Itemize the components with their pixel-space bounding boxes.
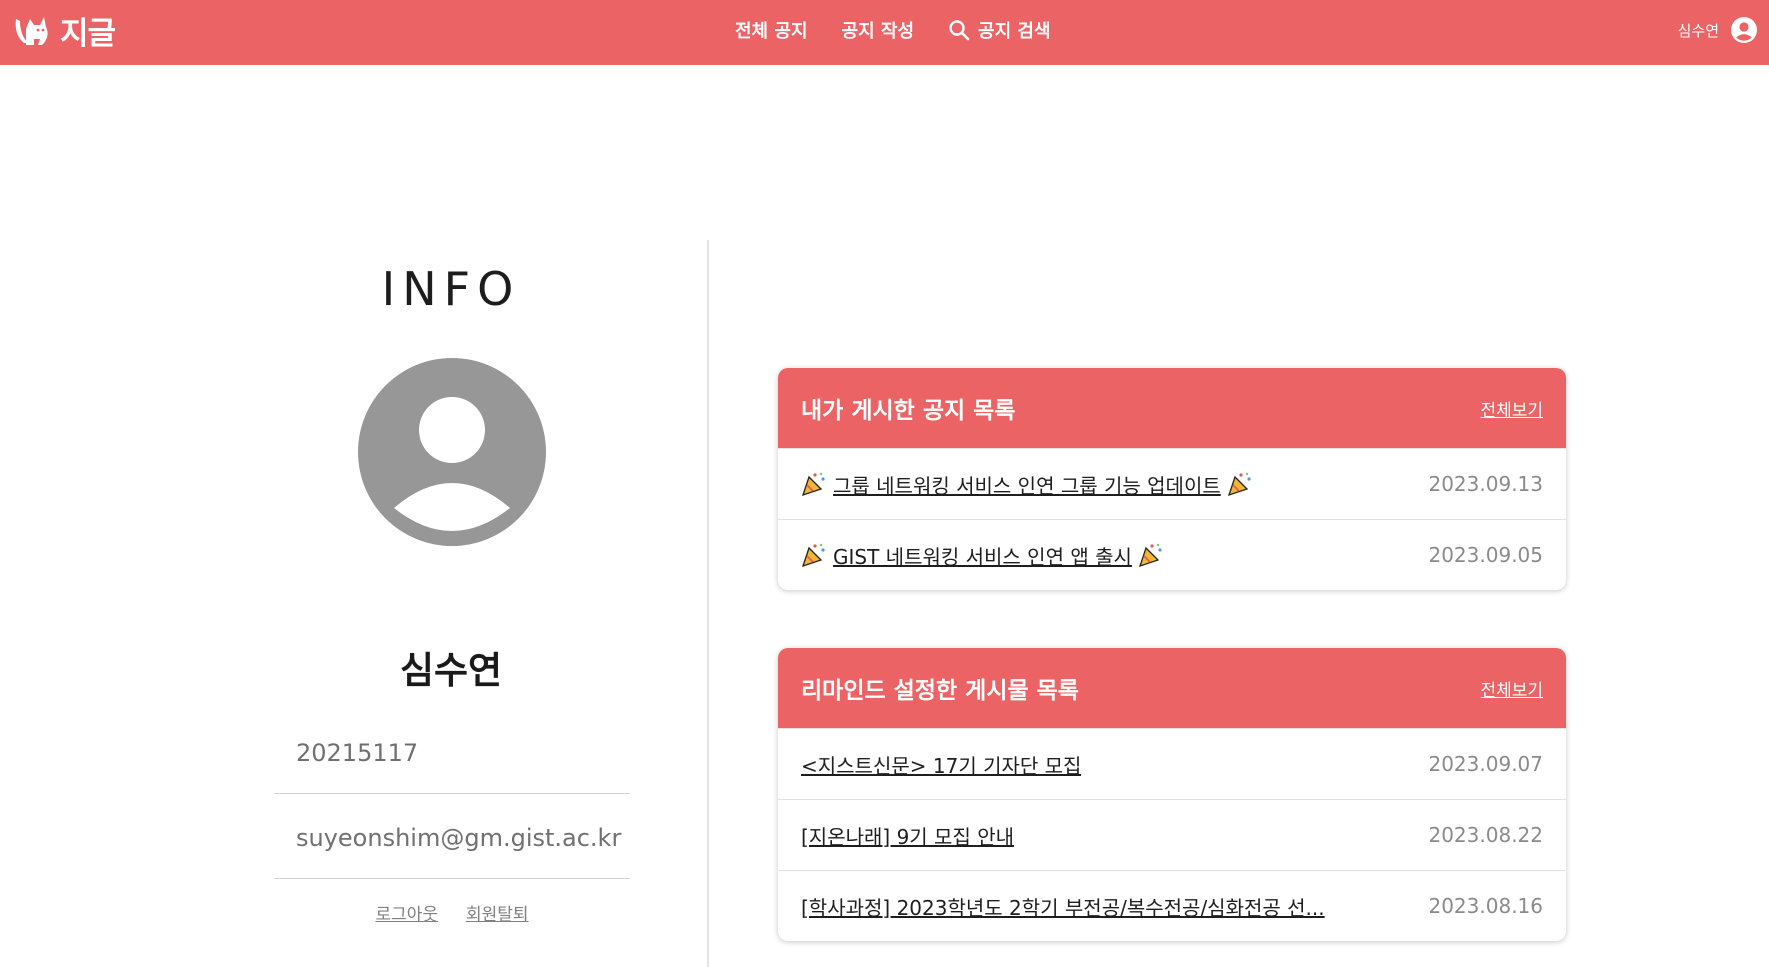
my-posts-row: 그룹 네트워킹 서비스 인연 그룹 기능 업데이트 2023.09.13	[778, 448, 1566, 519]
user-name: 심수연	[1677, 21, 1719, 40]
cat-logo-icon	[15, 17, 48, 45]
nav-all-notices[interactable]: 전체 공지	[735, 17, 808, 43]
reminder-row: [지온나래] 9기 모집 안내 2023.08.22	[778, 799, 1566, 870]
party-popper-icon	[1138, 543, 1162, 568]
my-posts-header: 내가 게시한 공지 목록 전체보기	[778, 368, 1566, 448]
my-post-title: GIST 네트워킹 서비스 인연 앱 출시	[833, 544, 1132, 569]
my-post-link[interactable]: 그룹 네트워킹 서비스 인연 그룹 기능 업데이트	[801, 470, 1253, 499]
reminders-view-all[interactable]: 전체보기	[1480, 676, 1543, 701]
my-post-date: 2023.09.13	[1428, 472, 1543, 496]
column-divider	[707, 240, 709, 967]
my-posts-row: GIST 네트워킹 서비스 인연 앱 출시 2023.09.05	[778, 519, 1566, 590]
nav-links: 전체 공지 공지 작성 공지 검색	[735, 0, 1085, 60]
my-post-date: 2023.09.05	[1428, 543, 1543, 567]
user-circle-icon	[1731, 17, 1757, 43]
my-posts-view-all[interactable]: 전체보기	[1480, 396, 1543, 421]
party-popper-icon	[1227, 472, 1251, 497]
my-post-title: 그룹 네트워킹 서비스 인연 그룹 기능 업데이트	[833, 473, 1221, 498]
info-heading: INFO	[381, 262, 521, 316]
withdraw-link[interactable]: 회원탈퇴	[466, 900, 529, 925]
user-menu[interactable]: 심수연	[1678, 0, 1757, 60]
search-icon	[949, 20, 970, 41]
profile-actions: 로그아웃 회원탈퇴	[274, 900, 630, 925]
my-post-link[interactable]: GIST 네트워킹 서비스 인연 앱 출시	[801, 541, 1164, 570]
student-id-field: 20215117	[274, 712, 630, 794]
reminder-date: 2023.08.22	[1428, 823, 1543, 847]
top-navbar: 지글 전체 공지 공지 작성 공지 검색 심수연	[0, 0, 1769, 65]
logo[interactable]: 지글	[12, 10, 116, 52]
nav-search-notice[interactable]: 공지 검색	[948, 17, 1051, 43]
reminder-link[interactable]: [학사과정] 2023학년도 2학기 부전공/복수전공/심화전공 선...	[801, 892, 1325, 921]
party-popper-icon	[801, 543, 825, 568]
party-popper-icon	[801, 472, 825, 497]
reminder-row: <지스트신문> 17기 기자단 모집 2023.09.07	[778, 728, 1566, 799]
my-posts-card: 내가 게시한 공지 목록 전체보기 그룹 네트워킹 서비스 인연 그룹 기능 업…	[778, 368, 1566, 590]
avatar-icon	[358, 358, 546, 546]
reminders-title: 리마인드 설정한 게시물 목록	[801, 678, 1079, 704]
logout-link[interactable]: 로그아웃	[375, 900, 438, 925]
reminders-card: 리마인드 설정한 게시물 목록 전체보기 <지스트신문> 17기 기자단 모집 …	[778, 648, 1566, 941]
logo-text: 지글	[60, 15, 116, 52]
reminder-date: 2023.09.07	[1428, 752, 1543, 776]
reminder-link[interactable]: <지스트신문> 17기 기자단 모집	[801, 750, 1081, 779]
email-field: suyeonshim@gm.gist.ac.kr	[274, 797, 630, 879]
reminders-header: 리마인드 설정한 게시물 목록 전체보기	[778, 648, 1566, 728]
my-posts-title: 내가 게시한 공지 목록	[801, 398, 1016, 424]
reminder-link[interactable]: [지온나래] 9기 모집 안내	[801, 821, 1014, 850]
profile-name: 심수연	[399, 649, 503, 692]
nav-write-notice[interactable]: 공지 작성	[842, 17, 915, 43]
nav-search-label: 공지 검색	[978, 21, 1051, 42]
reminder-row: [학사과정] 2023학년도 2학기 부전공/복수전공/심화전공 선... 20…	[778, 870, 1566, 941]
reminder-date: 2023.08.16	[1428, 894, 1543, 918]
